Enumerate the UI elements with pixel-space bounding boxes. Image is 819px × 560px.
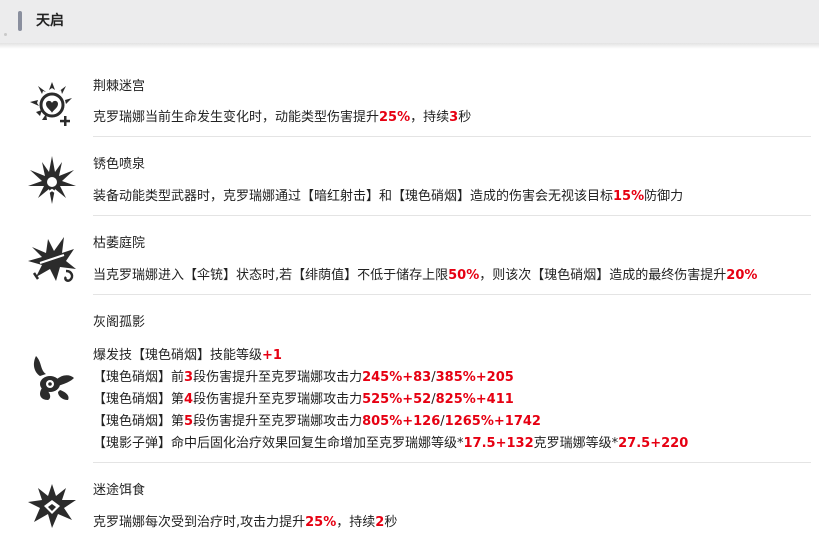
highlight-value: 805%+126 bbox=[362, 414, 441, 429]
skill-title: 荆棘迷宫 bbox=[93, 79, 146, 94]
skill-title: 枯萎庭院 bbox=[93, 236, 146, 251]
highlight-value: +1 bbox=[262, 348, 282, 363]
description-line: 克罗瑞娜每次受到治疗时,攻击力提升25%，持续2秒 bbox=[93, 512, 397, 534]
withered-courtyard-icon bbox=[26, 233, 78, 285]
section-header: 天启 bbox=[0, 0, 819, 43]
highlight-value: 17.5+132 bbox=[463, 436, 534, 451]
highlight-value: 15% bbox=[613, 189, 645, 204]
thorn-labyrinth-icon bbox=[26, 78, 78, 130]
description-text: ，则该次【瑰色硝烟】造成的最终伤害提升 bbox=[479, 268, 727, 283]
divider bbox=[93, 462, 811, 463]
highlight-value: 2 bbox=[375, 515, 385, 530]
skill-title: 锈色喷泉 bbox=[93, 157, 146, 172]
description-text: 【瑰色硝烟】第 bbox=[93, 392, 185, 407]
description-text: ，持续 bbox=[336, 515, 376, 530]
highlight-value: 3 bbox=[184, 370, 194, 385]
description-text: 秒 bbox=[458, 110, 472, 125]
highlight-value: 5 bbox=[184, 414, 194, 429]
description-text: 【瑰色硝烟】第 bbox=[93, 414, 185, 429]
header-shadow bbox=[0, 43, 819, 49]
highlight-value: 50% bbox=[448, 268, 480, 283]
description-text: 装备动能类型武器时，克罗瑞娜通过【暗红射击】和【瑰色硝烟】造成的伤害会无视该目标 bbox=[93, 189, 614, 204]
highlight-value: 385%+205 bbox=[435, 370, 514, 385]
description-text: 段伤害提升至克罗瑞娜攻击力 bbox=[193, 370, 363, 385]
description-line: 当克罗瑞娜进入【伞铳】状态时,若【绯荫值】不低于储存上限50%，则该次【瑰色硝烟… bbox=[93, 265, 757, 287]
description-text: 爆发技【瑰色硝烟】技能等级 bbox=[93, 348, 263, 363]
highlight-value: 3 bbox=[449, 110, 459, 125]
divider bbox=[93, 136, 811, 137]
highlight-value: 20% bbox=[726, 268, 758, 283]
description-line: 【瑰色硝烟】第5段伤害提升至克罗瑞娜攻击力805%+126/1265%+1742 bbox=[93, 411, 688, 433]
skill-description: 爆发技【瑰色硝烟】技能等级+1 【瑰色硝烟】前3段伤害提升至克罗瑞娜攻击力245%… bbox=[93, 345, 688, 455]
description-line: 【瑰影子弹】命中后固化治疗效果回复生命增加至克罗瑞娜等级*17.5+132克罗瑞… bbox=[93, 433, 688, 455]
highlight-value: 825%+411 bbox=[435, 392, 514, 407]
description-line: 爆发技【瑰色硝烟】技能等级+1 bbox=[93, 345, 688, 367]
highlight-value: 4 bbox=[184, 392, 194, 407]
skill-description: 当克罗瑞娜进入【伞铳】状态时,若【绯荫值】不低于储存上限50%，则该次【瑰色硝烟… bbox=[93, 265, 757, 287]
description-line: 【瑰色硝烟】第4段伤害提升至克罗瑞娜攻击力525%+52/825%+411 bbox=[93, 389, 688, 411]
highlight-value: 27.5+220 bbox=[618, 436, 689, 451]
skill-description: 装备动能类型武器时，克罗瑞娜通过【暗红射击】和【瑰色硝烟】造成的伤害会无视该目标… bbox=[93, 186, 683, 208]
description-text: 秒 bbox=[384, 515, 398, 530]
skill-description: 克罗瑞娜每次受到治疗时,攻击力提升25%，持续2秒 bbox=[93, 512, 397, 534]
divider bbox=[93, 294, 811, 295]
header-dot bbox=[4, 33, 7, 36]
description-text: 当克罗瑞娜进入【伞铳】状态时,若【绯荫值】不低于储存上限 bbox=[93, 268, 449, 283]
highlight-value: 25% bbox=[305, 515, 337, 530]
highlight-value: 245%+83 bbox=[362, 370, 432, 385]
rusty-fountain-icon bbox=[26, 154, 78, 206]
highlight-value: 1265%+1742 bbox=[444, 414, 541, 429]
description-text: 【瑰色硝烟】前 bbox=[93, 370, 185, 385]
description-text: 【瑰影子弹】命中后固化治疗效果回复生命增加至克罗瑞娜等级* bbox=[93, 436, 464, 451]
description-text: 克罗瑞娜当前生命发生变化时，动能类型伤害提升 bbox=[93, 110, 380, 125]
skill-title: 灰阁孤影 bbox=[93, 315, 146, 330]
skill-description: 克罗瑞娜当前生命发生变化时，动能类型伤害提升25%，持续3秒 bbox=[93, 107, 471, 129]
skill-title: 迷途饵食 bbox=[93, 483, 146, 498]
description-text: ，持续 bbox=[410, 110, 450, 125]
description-text: 克罗瑞娜每次受到治疗时,攻击力提升 bbox=[93, 515, 306, 530]
description-line: 装备动能类型武器时，克罗瑞娜通过【暗红射击】和【瑰色硝烟】造成的伤害会无视该目标… bbox=[93, 186, 683, 208]
divider bbox=[93, 215, 811, 216]
lost-bait-icon bbox=[26, 480, 78, 532]
description-text: 防御力 bbox=[644, 189, 684, 204]
highlight-value: 525%+52 bbox=[362, 392, 432, 407]
description-line: 【瑰色硝烟】前3段伤害提升至克罗瑞娜攻击力245%+83/385%+205 bbox=[93, 367, 688, 389]
header-accent-bar bbox=[18, 11, 22, 31]
description-text: 段伤害提升至克罗瑞娜攻击力 bbox=[193, 414, 363, 429]
highlight-value: 25% bbox=[379, 110, 411, 125]
header-title: 天启 bbox=[36, 13, 64, 29]
description-line: 克罗瑞娜当前生命发生变化时，动能类型伤害提升25%，持续3秒 bbox=[93, 107, 471, 129]
description-text: 段伤害提升至克罗瑞娜攻击力 bbox=[193, 392, 363, 407]
ash-pavilion-icon bbox=[26, 352, 78, 404]
description-text: 克罗瑞娜等级* bbox=[533, 436, 619, 451]
